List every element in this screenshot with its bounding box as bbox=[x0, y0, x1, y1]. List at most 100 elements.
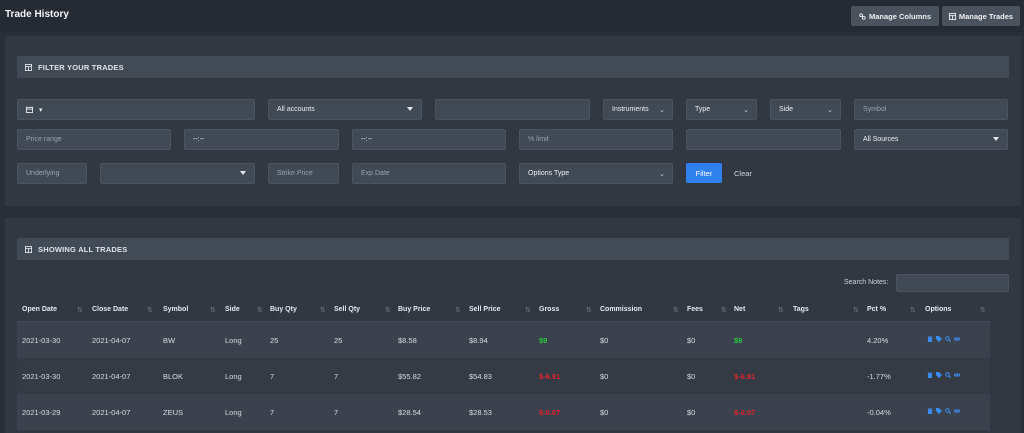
strike-price-placeholder: Strike Price bbox=[277, 170, 313, 177]
cell-fees: $0 bbox=[687, 408, 696, 417]
link-icon[interactable] bbox=[954, 336, 960, 342]
sort-icon[interactable]: ⇅ bbox=[525, 306, 531, 314]
table-row[interactable]: 2021-03-30 2021-04-07 BLOK Long 7 7 $55.… bbox=[17, 358, 990, 394]
cell-commission: $0 bbox=[600, 408, 609, 417]
sources-select[interactable]: All Sources bbox=[854, 129, 1008, 150]
tag-icon[interactable] bbox=[936, 372, 942, 378]
cell-side: Long bbox=[225, 372, 242, 381]
sort-icon[interactable]: ⇅ bbox=[455, 306, 461, 314]
underlying-select[interactable] bbox=[100, 163, 255, 184]
sort-icon[interactable]: ⇅ bbox=[853, 306, 859, 314]
sort-icon[interactable]: ⇅ bbox=[257, 306, 263, 314]
cell-fees: $0 bbox=[687, 336, 696, 345]
cell-pct: -0.04% bbox=[867, 408, 891, 417]
search-notes-label: Search Notes: bbox=[844, 279, 889, 286]
text-filter-input[interactable] bbox=[435, 99, 590, 120]
time-from-input[interactable]: --:-- bbox=[184, 129, 339, 150]
col-sell-qty[interactable]: Sell Qty bbox=[334, 306, 360, 313]
price-range-input[interactable]: Price range bbox=[17, 129, 171, 150]
table-icon bbox=[25, 63, 32, 71]
instruments-select[interactable]: Instruments ⌄ bbox=[603, 99, 673, 120]
col-buy-qty[interactable]: Buy Qty bbox=[270, 306, 297, 313]
col-net[interactable]: Net bbox=[734, 306, 745, 313]
table-row[interactable]: 2021-03-29 2021-04-07 ZEUS Long 7 7 $28.… bbox=[17, 394, 990, 430]
cell-symbol: BW bbox=[163, 336, 176, 345]
col-gross[interactable]: Gross bbox=[539, 306, 559, 313]
filter-button[interactable]: Filter bbox=[686, 163, 722, 183]
table-row[interactable]: 2021-03-30 2021-04-07 BW Long 25 25 $8.5… bbox=[17, 322, 990, 358]
price-range-placeholder: Price range bbox=[26, 136, 62, 143]
sort-icon[interactable]: ⇅ bbox=[721, 306, 727, 314]
trades-section-title: SHOWING ALL TRADES bbox=[38, 244, 128, 254]
manage-trades-button[interactable]: Manage Trades bbox=[942, 6, 1020, 26]
col-tags[interactable]: Tags bbox=[793, 306, 809, 313]
cell-sell-price: $28.53 bbox=[469, 408, 492, 417]
chevron-down-icon: ▾ bbox=[39, 106, 43, 114]
col-options[interactable]: Options bbox=[925, 306, 951, 313]
columns-icon bbox=[859, 12, 866, 20]
accounts-select[interactable]: All accounts bbox=[268, 99, 422, 120]
trades-panel: SHOWING ALL TRADES Search Notes: Open Da… bbox=[5, 218, 1021, 433]
cell-symbol: BLOK bbox=[163, 372, 184, 381]
filter-section-header: FILTER YOUR TRADES bbox=[17, 56, 1009, 78]
sort-icon[interactable]: ⇅ bbox=[77, 306, 83, 314]
symbol-input[interactable]: Symbol bbox=[854, 99, 1008, 120]
underlying-input[interactable]: Underlying bbox=[17, 163, 87, 184]
pct-limit-placeholder: % limit bbox=[528, 136, 549, 143]
filter-panel: FILTER YOUR TRADES ▾ All accounts Instru… bbox=[5, 36, 1021, 206]
side-select[interactable]: Side ⌄ bbox=[770, 99, 841, 120]
cell-close-date: 2021-04-07 bbox=[92, 408, 131, 417]
tag-icon[interactable] bbox=[936, 408, 942, 414]
exp-date-input[interactable]: Exp Date bbox=[352, 163, 506, 184]
clear-button[interactable]: Clear bbox=[734, 163, 752, 183]
col-sell-price[interactable]: Sell Price bbox=[469, 306, 501, 313]
calendar-icon bbox=[26, 106, 33, 113]
col-side[interactable]: Side bbox=[225, 306, 240, 313]
sort-icon[interactable]: ⇅ bbox=[586, 306, 592, 314]
delete-icon[interactable] bbox=[927, 408, 933, 414]
cell-buy-price: $8.58 bbox=[398, 336, 417, 345]
date-range-picker[interactable]: ▾ bbox=[17, 99, 255, 120]
col-symbol[interactable]: Symbol bbox=[163, 306, 188, 313]
link-icon[interactable] bbox=[954, 372, 960, 378]
search-icon[interactable] bbox=[945, 408, 951, 414]
tag-icon[interactable] bbox=[936, 336, 942, 342]
manage-columns-label: Manage Columns bbox=[868, 11, 932, 21]
delete-icon[interactable] bbox=[927, 336, 933, 342]
col-commission[interactable]: Commission bbox=[600, 306, 642, 313]
col-pct[interactable]: Pct % bbox=[867, 306, 886, 313]
search-icon[interactable] bbox=[945, 336, 951, 342]
search-icon[interactable] bbox=[945, 372, 951, 378]
col-close-date[interactable]: Close Date bbox=[92, 306, 128, 313]
sort-icon[interactable]: ⇅ bbox=[980, 306, 986, 314]
strike-price-input[interactable]: Strike Price bbox=[268, 163, 339, 184]
link-icon[interactable] bbox=[954, 408, 960, 414]
sort-icon[interactable]: ⇅ bbox=[320, 306, 326, 314]
type-select[interactable]: Type ⌄ bbox=[686, 99, 757, 120]
sort-icon[interactable]: ⇅ bbox=[385, 306, 391, 314]
cell-gross: $-6.91 bbox=[539, 372, 561, 381]
delete-icon[interactable] bbox=[927, 372, 933, 378]
search-notes-input[interactable] bbox=[896, 274, 1009, 292]
cell-buy-qty: 7 bbox=[270, 408, 275, 417]
sort-icon[interactable]: ⇅ bbox=[778, 306, 784, 314]
col-fees[interactable]: Fees bbox=[687, 306, 703, 313]
sort-icon[interactable]: ⇅ bbox=[147, 306, 153, 314]
cell-open-date: 2021-03-30 bbox=[22, 336, 61, 345]
cell-pct: 4.20% bbox=[867, 336, 889, 345]
sort-icon[interactable]: ⇅ bbox=[673, 306, 679, 314]
cell-sell-qty: 7 bbox=[334, 408, 339, 417]
col-buy-price[interactable]: Buy Price bbox=[398, 306, 430, 313]
col-open-date[interactable]: Open Date bbox=[22, 306, 57, 313]
options-type-select[interactable]: Options Type ⌄ bbox=[519, 163, 673, 184]
pct-limit-input[interactable]: % limit bbox=[519, 129, 673, 150]
cell-fees: $0 bbox=[687, 372, 696, 381]
chevron-down-icon: ⌄ bbox=[659, 107, 665, 114]
sort-icon[interactable]: ⇅ bbox=[910, 306, 916, 314]
blank-filter-input[interactable] bbox=[686, 129, 841, 150]
sort-icon[interactable]: ⇅ bbox=[210, 306, 216, 314]
manage-columns-button[interactable]: Manage Columns bbox=[851, 6, 939, 26]
cell-open-date: 2021-03-30 bbox=[22, 372, 61, 381]
time-to-input[interactable]: --:-- bbox=[352, 129, 506, 150]
table-icon bbox=[948, 12, 956, 20]
